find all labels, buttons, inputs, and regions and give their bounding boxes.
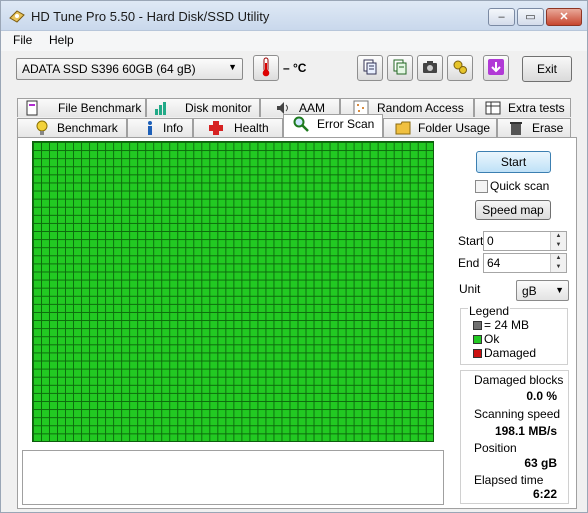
legend-ok: Ok	[484, 332, 500, 346]
tab-label: Disk monitor	[185, 101, 252, 115]
close-button[interactable]: ✕	[546, 8, 582, 26]
tab-error-scan[interactable]: Error Scan	[283, 114, 383, 137]
info-icon	[142, 120, 158, 136]
elapsed-time-label: Elapsed time	[474, 473, 544, 487]
tab-disk-monitor[interactable]: Disk monitor	[146, 98, 260, 117]
tab-file-benchmark[interactable]: File Benchmark	[17, 98, 146, 117]
position-value: 63 gB	[524, 456, 557, 470]
maximize-button[interactable]: ▭	[517, 8, 544, 26]
screenshot-button[interactable]	[417, 55, 443, 81]
tab-label: Folder Usage	[418, 121, 491, 135]
menu-file[interactable]: File	[13, 33, 32, 47]
tab-label: Extra tests	[508, 101, 565, 115]
extra-tests-icon	[485, 100, 501, 116]
spin-arrows-icon[interactable]: ▲ ▼	[550, 232, 566, 250]
tab-info[interactable]: Info	[127, 118, 193, 137]
health-cross-icon	[208, 120, 224, 136]
unit-select[interactable]: gB ▼	[516, 280, 569, 301]
tab-folder-usage[interactable]: Folder Usage	[383, 118, 497, 137]
camera-icon	[422, 60, 438, 77]
elapsed-time-value: 6:22	[532, 487, 557, 501]
scan-log-box[interactable]	[22, 450, 444, 505]
copy-all-icon	[392, 59, 408, 78]
unit-label: Unit	[459, 282, 481, 296]
minimize-button[interactable]: –	[488, 8, 515, 26]
quick-scan-label[interactable]: Quick scan	[490, 179, 549, 193]
scanning-speed-value: 198.1 MB/s	[494, 424, 557, 438]
drive-select-value: ADATA SSD S396 60GB (64 gB)	[22, 62, 196, 76]
start-field-label: Start	[458, 234, 484, 248]
disk-monitor-icon	[153, 100, 169, 116]
exit-button[interactable]: Exit	[522, 56, 572, 82]
menu-bar: File Help	[1, 31, 587, 51]
thermometer-icon	[261, 57, 271, 80]
start-field-value: 0	[487, 234, 494, 248]
download-arrow-icon	[487, 58, 505, 79]
damaged-blocks-value: 0.0 %	[526, 389, 557, 403]
tab-label: File Benchmark	[58, 101, 142, 115]
tab-label: Random Access	[377, 101, 464, 115]
tab-label: Erase	[532, 121, 564, 135]
legend-damaged: Damaged	[484, 346, 537, 360]
start-button[interactable]: Start	[476, 151, 551, 173]
legend-block-size: = 24 MB	[484, 318, 530, 332]
legend-title: Legend	[468, 304, 511, 318]
magnifier-icon	[293, 116, 309, 132]
options-button[interactable]	[447, 55, 473, 81]
end-field[interactable]: 64 ▲ ▼	[483, 253, 567, 273]
tab-label: AAM	[299, 101, 326, 115]
menu-help[interactable]: Help	[49, 33, 74, 47]
damaged-blocks-label: Damaged blocks	[474, 373, 564, 387]
window-title: HD Tune Pro 5.50 - Hard Disk/SSD Utility	[31, 9, 270, 24]
tab-health[interactable]: Health	[193, 118, 283, 137]
unit-select-value: gB	[522, 284, 537, 298]
options-icon	[452, 59, 468, 78]
start-field[interactable]: 0 ▲ ▼	[483, 231, 567, 251]
copy-text-icon	[362, 59, 378, 78]
copy-all-button[interactable]	[387, 55, 413, 81]
end-field-label: End	[458, 256, 480, 270]
tab-label: Error Scan	[317, 117, 375, 131]
drive-select[interactable]: ADATA SSD S396 60GB (64 gB) ▼	[16, 58, 243, 80]
tab-label: Health	[234, 121, 269, 135]
save-button[interactable]	[483, 55, 509, 81]
position-label: Position	[474, 441, 517, 455]
quick-scan-checkbox[interactable]	[475, 180, 488, 193]
copy-text-button[interactable]	[357, 55, 383, 81]
end-field-value: 64	[487, 256, 501, 270]
spin-arrows-icon[interactable]: ▲ ▼	[550, 254, 566, 272]
folder-icon	[395, 120, 411, 136]
speed-map-button[interactable]: Speed map	[475, 200, 551, 220]
tab-label: Info	[163, 121, 184, 135]
tab-benchmark[interactable]: Benchmark	[17, 118, 127, 137]
scan-block-grid	[32, 141, 434, 442]
trash-icon	[508, 120, 524, 136]
chevron-down-icon: ▼	[555, 285, 564, 295]
tab-label: Benchmark	[57, 121, 118, 135]
benchmark-icon	[34, 120, 50, 136]
temperature-button[interactable]	[253, 55, 279, 81]
scanning-speed-label: Scanning speed	[474, 407, 561, 421]
tab-extra-tests[interactable]: Extra tests	[474, 98, 571, 117]
app-window: HD Tune Pro 5.50 - Hard Disk/SSD Utility…	[0, 0, 588, 513]
chevron-down-icon: ▼	[228, 62, 237, 72]
damaged-swatch	[473, 349, 482, 358]
ok-swatch	[473, 335, 482, 344]
file-benchmark-icon	[24, 100, 40, 116]
temperature-readout: – °C	[283, 61, 307, 75]
title-bar: HD Tune Pro 5.50 - Hard Disk/SSD Utility…	[1, 1, 587, 31]
tab-erase[interactable]: Erase	[497, 118, 571, 137]
block-swatch	[473, 321, 482, 330]
hd-tune-app-icon	[9, 9, 25, 23]
